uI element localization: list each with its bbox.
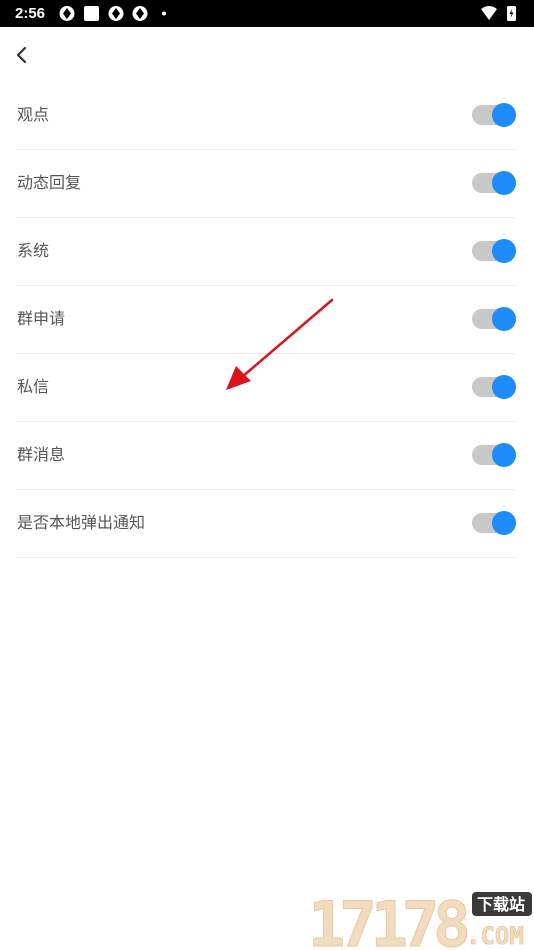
watermark-number: 17178 <box>308 888 467 950</box>
app-notification-icon <box>59 6 75 21</box>
toggle-switch[interactable] <box>472 170 516 196</box>
annotation-arrow-icon <box>226 298 334 390</box>
toggle-switch[interactable] <box>472 510 516 536</box>
setting-row-dynamic-reply: 动态回复 <box>16 150 516 218</box>
toggle-thumb <box>492 511 516 535</box>
setting-label: 系统 <box>17 241 50 260</box>
setting-label: 是否本地弹出通知 <box>17 513 146 532</box>
toggle-thumb <box>492 375 516 399</box>
toggle-switch[interactable] <box>472 306 516 332</box>
setting-label: 动态回复 <box>17 173 82 192</box>
toggle-thumb <box>492 239 516 263</box>
notification-icons <box>58 5 173 22</box>
toggle-switch[interactable] <box>472 238 516 264</box>
setting-row-viewpoint: 观点 <box>16 82 516 150</box>
status-bar: 2:56 <box>0 0 534 27</box>
app-notification-icon <box>132 6 148 21</box>
app-notification-icon <box>108 6 124 21</box>
setting-label: 私信 <box>17 377 50 396</box>
setting-row-group-message: 群消息 <box>16 422 516 490</box>
toggle-switch[interactable] <box>472 374 516 400</box>
more-notifications-dot-icon <box>162 11 166 16</box>
app-notification-icon <box>84 6 99 21</box>
watermark-suffix: .COM <box>466 922 524 950</box>
setting-label: 群消息 <box>17 445 66 464</box>
toggle-switch[interactable] <box>472 442 516 468</box>
system-status-icons <box>480 5 520 22</box>
site-watermark-logo: 17178 下载站 .COM <box>308 888 532 950</box>
toggle-thumb <box>492 171 516 195</box>
back-button[interactable] <box>8 40 36 70</box>
setting-row-system: 系统 <box>16 218 516 286</box>
toggle-thumb <box>492 307 516 331</box>
toggle-thumb <box>492 443 516 467</box>
toggle-switch[interactable] <box>472 102 516 128</box>
watermark-badge: 下载站 <box>477 895 525 914</box>
status-time: 2:56 <box>15 5 46 22</box>
setting-row-local-popup: 是否本地弹出通知 <box>16 490 516 558</box>
setting-label: 群申请 <box>17 309 66 328</box>
wifi-icon <box>481 6 497 20</box>
chevron-left-icon <box>16 46 27 64</box>
setting-label: 观点 <box>17 105 50 124</box>
toggle-thumb <box>492 103 516 127</box>
